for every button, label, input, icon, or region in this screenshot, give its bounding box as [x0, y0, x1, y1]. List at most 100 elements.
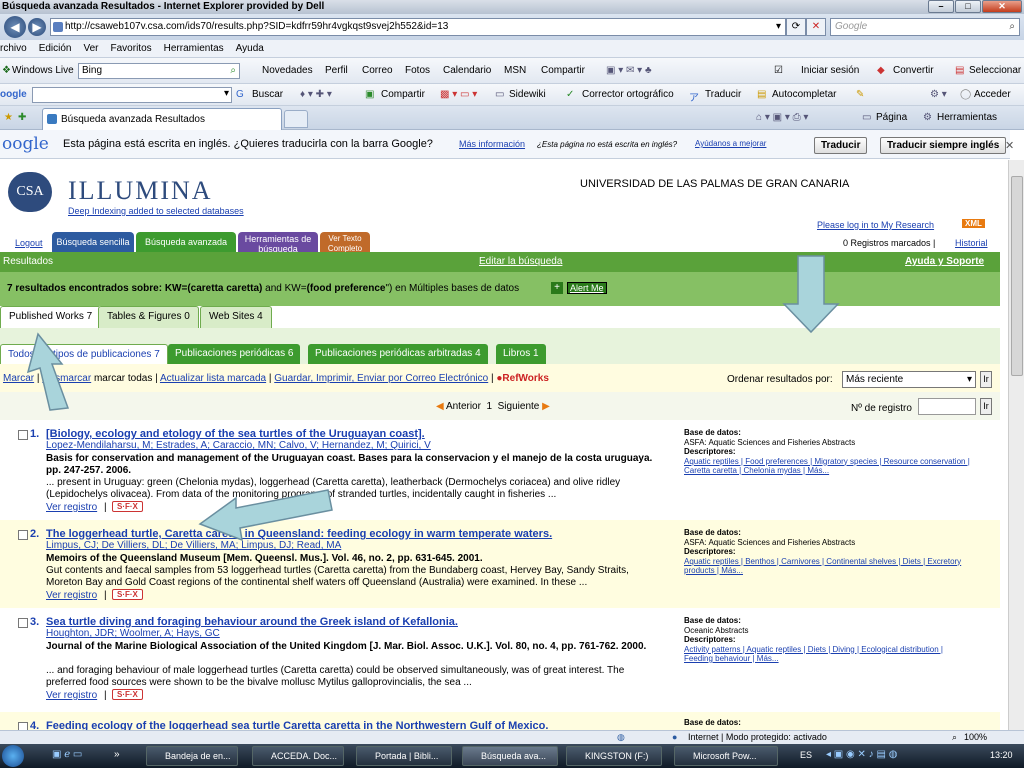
record-go-button[interactable]: Ir: [980, 398, 992, 415]
menu-view[interactable]: Ver: [78, 43, 105, 54]
tab-search-tools[interactable]: Herramientas de búsqueda: [238, 232, 318, 254]
translate-button[interactable]: Traducir: [814, 137, 868, 154]
more-info-link[interactable]: Más información: [459, 139, 525, 149]
maximize-button[interactable]: □: [955, 0, 981, 13]
taskbar-item[interactable]: KINGSTON (F:): [566, 746, 662, 766]
plus-icon[interactable]: +: [551, 282, 563, 294]
gtb-signin-button[interactable]: Acceder: [974, 89, 1011, 100]
sfx-button[interactable]: S·F·X: [112, 501, 143, 512]
tab-web-sites[interactable]: Web Sites 4: [200, 306, 272, 328]
gtb-spellcheck-button[interactable]: Corrector ortográfico: [582, 89, 674, 100]
search-icon[interactable]: ⌕: [1009, 19, 1015, 35]
vertical-scrollbar[interactable]: [1008, 160, 1024, 738]
tab-simple-search[interactable]: Búsqueda sencilla: [52, 232, 134, 252]
tab-advanced-search[interactable]: Búsqueda avanzada: [136, 232, 236, 252]
taskbar-item[interactable]: Microsoft Pow...: [674, 746, 778, 766]
dropdown-arrow-icon[interactable]: ▾: [224, 88, 229, 99]
language-indicator[interactable]: ES: [800, 750, 812, 760]
menu-help[interactable]: Ayuda: [230, 43, 270, 54]
clock[interactable]: 13:20: [990, 750, 1013, 760]
tab-tables-figures[interactable]: Tables & Figures 0: [98, 306, 199, 328]
toolbar-icons[interactable]: ▣ ▾ ✉ ▾ ♣: [606, 65, 652, 76]
tab-published-works[interactable]: Published Works 7: [0, 306, 102, 328]
wrench-icon[interactable]: ⚙ ▾: [930, 89, 947, 100]
logout-link[interactable]: Logout: [15, 238, 43, 248]
gtb-search-button[interactable]: Buscar: [252, 89, 283, 100]
prev-arrow-icon[interactable]: ◀: [436, 401, 444, 412]
wl-link-photos[interactable]: Fotos: [405, 65, 430, 76]
record-title-link[interactable]: Sea turtle diving and foraging behaviour…: [46, 616, 458, 628]
convert-button[interactable]: Convertir: [893, 65, 934, 76]
view-record-link[interactable]: Ver registro: [46, 502, 97, 513]
wl-link-profile[interactable]: Perfil: [325, 65, 348, 76]
xml-badge[interactable]: XML: [962, 219, 985, 228]
wl-link-msn[interactable]: MSN: [504, 65, 526, 76]
tab-full-text[interactable]: Ver Texto Completo: [320, 232, 370, 253]
record-checkbox[interactable]: [18, 530, 28, 540]
history-link[interactable]: Historial: [955, 238, 988, 248]
gtb-sidewiki-button[interactable]: Sidewiki: [509, 89, 546, 100]
quicklaunch-more-icon[interactable]: »: [114, 749, 120, 760]
edit-search-link[interactable]: Editar la búsqueda: [479, 252, 562, 272]
next-link[interactable]: Siguiente: [498, 401, 540, 412]
bing-search-input[interactable]: Bing ⌕: [78, 63, 240, 79]
taskbar-item[interactable]: Bandeja de en...: [146, 746, 238, 766]
update-list-link[interactable]: Actualizar lista marcada: [160, 373, 266, 384]
windows-live-label[interactable]: Windows Live: [12, 65, 74, 76]
record-number-input[interactable]: [918, 398, 976, 415]
close-button[interactable]: ✕: [982, 0, 1022, 13]
wl-link-mail[interactable]: Correo: [362, 65, 393, 76]
wl-link-share[interactable]: Compartir: [541, 65, 585, 76]
back-button[interactable]: ◀: [4, 16, 26, 38]
tray-icons[interactable]: ◂ ▣ ◉ ✕ ♪ ▤ ◍: [826, 749, 897, 760]
sfx-button[interactable]: S·F·X: [112, 689, 143, 700]
sort-select[interactable]: Más reciente ▾: [842, 371, 976, 388]
taskbar-item-active[interactable]: Búsqueda ava...: [462, 746, 558, 766]
taskbar-item[interactable]: Portada | Bibli...: [356, 746, 452, 766]
home-icon[interactable]: ⌂ ▾ ▣ ▾ ⎙ ▾: [756, 112, 808, 123]
help-support-link[interactable]: Ayuda y Soporte: [905, 252, 984, 272]
close-icon[interactable]: ✕: [1005, 139, 1014, 152]
page-menu[interactable]: Página: [876, 112, 907, 123]
add-favorite-icon[interactable]: ✚: [18, 112, 26, 123]
help-improve-link[interactable]: Ayúdanos a mejorar: [695, 139, 766, 148]
menu-tools[interactable]: Herramientas: [158, 43, 230, 54]
tab-active[interactable]: Búsqueda avanzada Resultados: [42, 108, 282, 130]
minimize-button[interactable]: –: [928, 0, 954, 13]
record-authors[interactable]: Houghton, JDR; Woolmer, A; Hays, GC: [46, 628, 220, 639]
highlight-icon[interactable]: ✎: [856, 89, 864, 100]
view-record-link[interactable]: Ver registro: [46, 590, 97, 601]
menu-edit[interactable]: Edición: [33, 43, 78, 54]
scroll-thumb[interactable]: [1011, 176, 1023, 376]
view-record-link[interactable]: Ver registro: [46, 690, 97, 701]
alert-me-button[interactable]: Alert Me: [567, 282, 607, 294]
tab-peer-reviewed[interactable]: Publicaciones periódicas arbitradas 4: [308, 344, 488, 364]
record-checkbox[interactable]: [18, 618, 28, 628]
signin-link[interactable]: Iniciar sesión: [801, 65, 859, 76]
descriptor-links[interactable]: Aquatic reptiles | Benthos | Carnivores …: [684, 557, 961, 576]
tools-menu[interactable]: Herramientas: [937, 112, 997, 123]
gtb-share-button[interactable]: Compartir: [381, 89, 425, 100]
wl-link-news[interactable]: Novedades: [262, 65, 313, 76]
always-translate-button[interactable]: Traducir siempre inglés: [880, 137, 1007, 154]
mark-all-link[interactable]: marcar todas: [94, 373, 152, 384]
wl-link-calendar[interactable]: Calendario: [443, 65, 491, 76]
new-tab-button[interactable]: [284, 110, 308, 128]
refworks-link[interactable]: RefWorks: [502, 373, 549, 384]
address-input[interactable]: http://csaweb107v.csa.com/ids70/results.…: [50, 18, 786, 36]
refresh-icon[interactable]: ⟳: [786, 18, 806, 36]
gtb-translate-button[interactable]: Traducir: [705, 89, 741, 100]
gtb-icons-2[interactable]: ▩ ▾ ▭ ▾: [440, 89, 477, 100]
taskbar-item[interactable]: ACCEDA. Doc...: [252, 746, 344, 766]
forward-button[interactable]: ▶: [28, 18, 46, 36]
select-button[interactable]: Seleccionar: [969, 65, 1021, 76]
gtb-autofill-button[interactable]: Autocompletar: [772, 89, 836, 100]
record-checkbox[interactable]: [18, 430, 28, 440]
save-print-email-link[interactable]: Guardar, Imprimir, Enviar por Correo Ele…: [274, 373, 488, 384]
google-toolbar-search[interactable]: ▾: [32, 87, 232, 103]
next-arrow-icon[interactable]: ▶: [542, 401, 550, 412]
tab-periodicals[interactable]: Publicaciones periódicas 6: [168, 344, 301, 364]
search-icon[interactable]: ⌕: [230, 64, 236, 78]
descriptor-links[interactable]: Aquatic reptiles | Food preferences | Mi…: [684, 457, 970, 476]
record-authors[interactable]: Lopez-Mendilaharsu, M; Estrades, A; Cara…: [46, 440, 431, 451]
